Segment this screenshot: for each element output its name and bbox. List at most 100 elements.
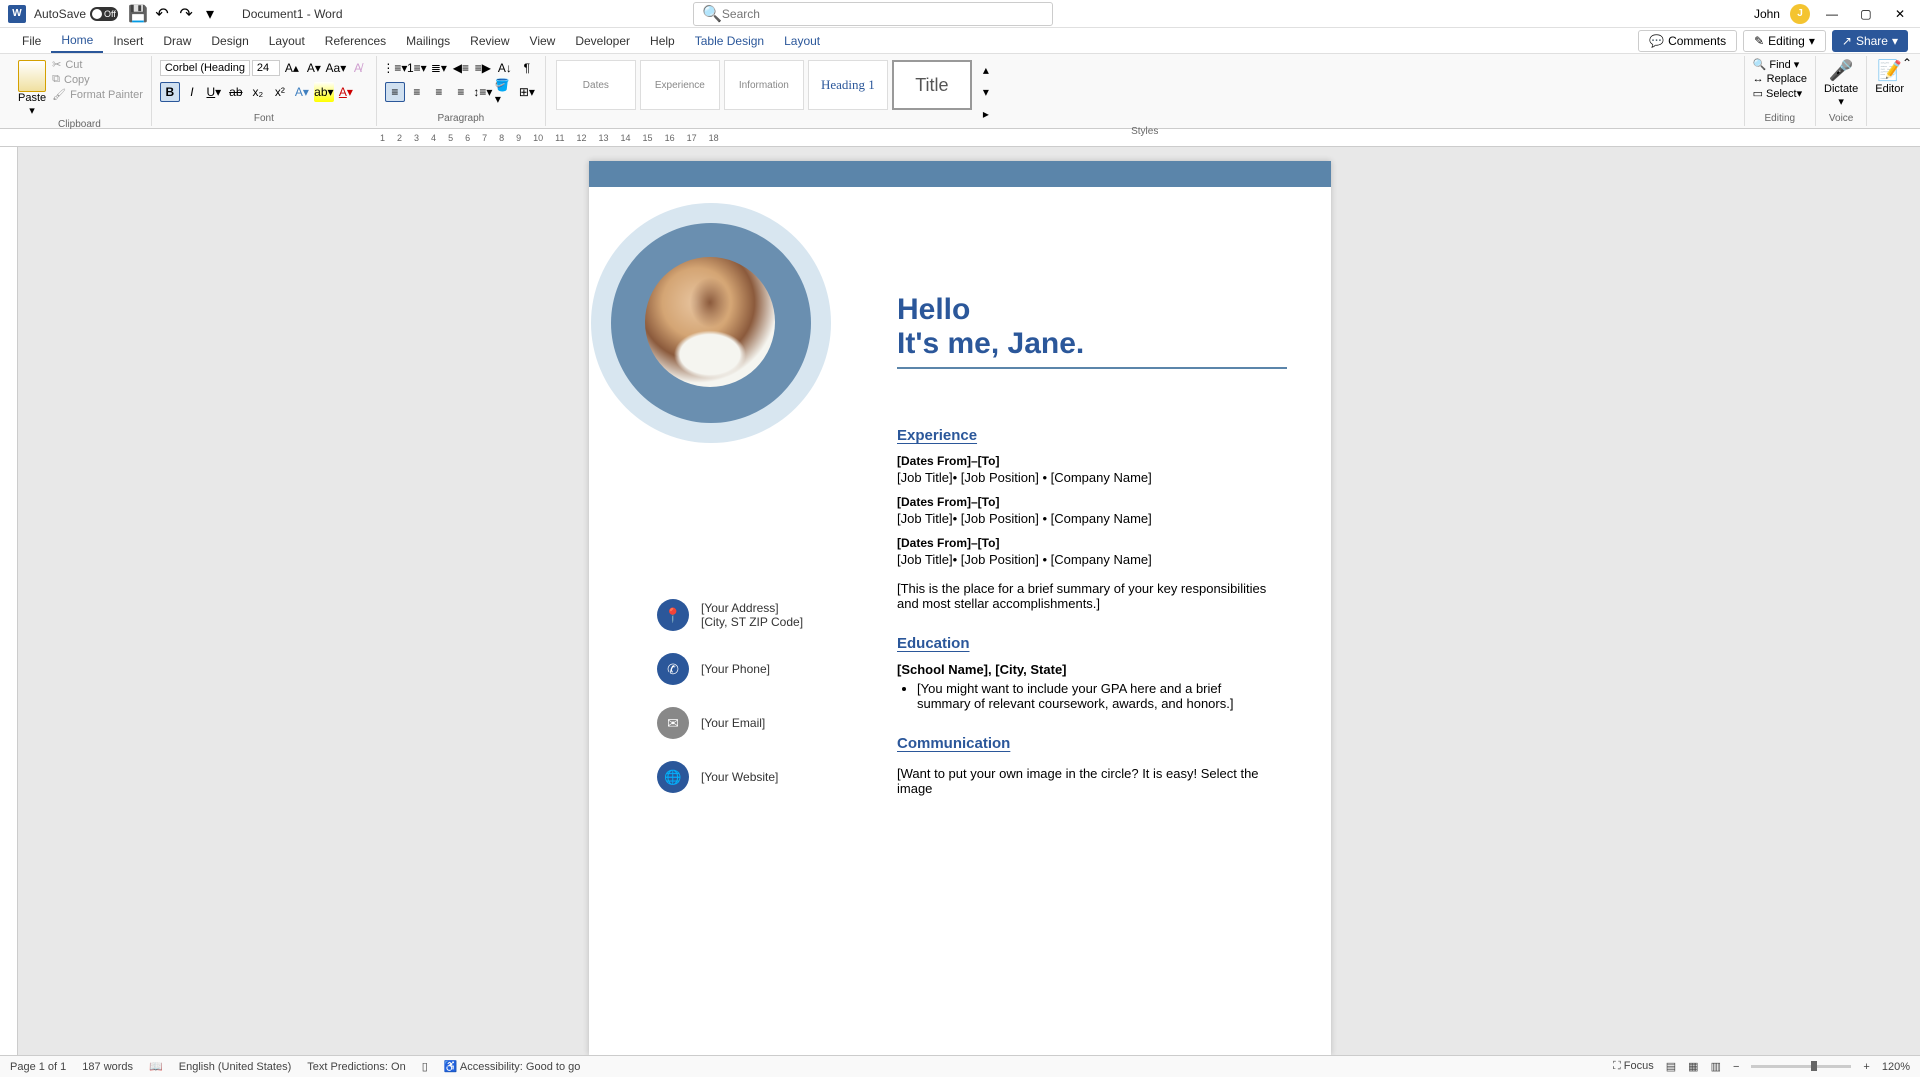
exp-line-3[interactable]: [Job Title]• [Job Position] • [Company N… <box>897 552 1301 567</box>
language-indicator[interactable]: English (United States) <box>179 1061 292 1073</box>
tab-draw[interactable]: Draw <box>153 30 201 52</box>
bullets-button[interactable]: ⋮≡▾ <box>385 58 405 78</box>
copy-button[interactable]: ⧉ Copy <box>52 73 143 86</box>
comments-button[interactable]: 💬 Comments <box>1638 30 1737 52</box>
macro-icon[interactable]: ▯ <box>422 1060 428 1073</box>
exp-line-2[interactable]: [Job Title]• [Job Position] • [Company N… <box>897 511 1301 526</box>
shading-button[interactable]: 🪣▾ <box>495 82 515 102</box>
share-button[interactable]: ↗ Share ▾ <box>1832 30 1908 52</box>
tab-design[interactable]: Design <box>201 30 258 52</box>
align-left-button[interactable]: ≡ <box>385 82 405 102</box>
vertical-ruler[interactable] <box>0 147 18 1055</box>
shrink-font-button[interactable]: A▾ <box>304 58 324 78</box>
grow-font-button[interactable]: A▴ <box>282 58 302 78</box>
tab-review[interactable]: Review <box>460 30 519 52</box>
tab-developer[interactable]: Developer <box>565 30 640 52</box>
change-case-button[interactable]: Aa▾ <box>326 58 346 78</box>
tab-file[interactable]: File <box>12 30 51 52</box>
contact-address[interactable]: 📍 [Your Address] [City, ST ZIP Code] <box>657 599 803 631</box>
justify-button[interactable]: ≡ <box>451 82 471 102</box>
education-bullet[interactable]: [You might want to include your GPA here… <box>917 681 1277 711</box>
spell-check-icon[interactable]: 📖 <box>149 1060 163 1073</box>
user-avatar[interactable]: J <box>1790 4 1810 24</box>
decrease-indent-button[interactable]: ◀≡ <box>451 58 471 78</box>
experience-summary[interactable]: [This is the place for a brief summary o… <box>897 581 1277 611</box>
find-button[interactable]: 🔍 Find ▾ <box>1753 58 1807 71</box>
styles-more-button[interactable]: ▸ <box>976 104 996 124</box>
profile-photo[interactable] <box>645 257 775 387</box>
borders-button[interactable]: ⊞▾ <box>517 82 537 102</box>
paste-button[interactable]: Paste ▾ <box>16 58 48 119</box>
hello-line1[interactable]: Hello <box>897 293 1301 327</box>
communication-text[interactable]: [Want to put your own image in the circl… <box>897 766 1277 796</box>
experience-heading[interactable]: Experience <box>897 427 1301 444</box>
strikethrough-button[interactable]: ab <box>226 82 246 102</box>
communication-heading[interactable]: Communication <box>897 735 1301 752</box>
document-page[interactable]: Hello It's me, Jane. Experience [Dates F… <box>589 161 1331 1055</box>
tab-references[interactable]: References <box>315 30 396 52</box>
clear-format-button[interactable]: A̸ <box>348 58 368 78</box>
collapse-ribbon-button[interactable]: ⌃ <box>1902 56 1912 70</box>
subscript-button[interactable]: x₂ <box>248 82 268 102</box>
word-count[interactable]: 187 words <box>82 1061 133 1073</box>
line-spacing-button[interactable]: ↕≡▾ <box>473 82 493 102</box>
cut-button[interactable]: ✂ Cut <box>52 58 143 71</box>
search-input[interactable] <box>722 7 1044 21</box>
document-area[interactable]: Hello It's me, Jane. Experience [Dates F… <box>0 147 1920 1055</box>
customize-qat[interactable]: ▾ <box>201 5 219 23</box>
tab-layout2[interactable]: Layout <box>774 30 830 52</box>
numbering-button[interactable]: 1≡▾ <box>407 58 427 78</box>
bold-button[interactable]: B <box>160 82 180 102</box>
highlight-button[interactable]: ab▾ <box>314 82 334 102</box>
school-line[interactable]: [School Name], [City, State] <box>897 662 1301 677</box>
editor-button[interactable]: 📝 Editor <box>1875 58 1904 95</box>
exp-dates-2[interactable]: [Dates From]–[To] <box>897 495 1301 509</box>
hello-line2[interactable]: It's me, Jane. <box>897 327 1301 361</box>
zoom-out-button[interactable]: − <box>1733 1061 1739 1073</box>
replace-button[interactable]: ↔ Replace <box>1753 73 1807 85</box>
tab-table-design[interactable]: Table Design <box>685 30 774 52</box>
text-predictions[interactable]: Text Predictions: On <box>307 1061 405 1073</box>
tab-mailings[interactable]: Mailings <box>396 30 460 52</box>
exp-dates-1[interactable]: [Dates From]–[To] <box>897 454 1301 468</box>
contact-phone[interactable]: ✆ [Your Phone] <box>657 653 803 685</box>
zoom-in-button[interactable]: + <box>1863 1061 1869 1073</box>
align-right-button[interactable]: ≡ <box>429 82 449 102</box>
save-button[interactable]: 💾 <box>129 5 147 23</box>
search-bar[interactable]: 🔍 <box>693 2 1053 26</box>
style-experience[interactable]: Experience <box>640 60 720 110</box>
redo-button[interactable]: ↷ <box>177 5 195 23</box>
web-layout-button[interactable]: ▥ <box>1711 1060 1721 1073</box>
autosave-toggle[interactable]: Off <box>90 7 118 21</box>
tab-help[interactable]: Help <box>640 30 685 52</box>
font-color-button[interactable]: A▾ <box>336 82 356 102</box>
close-button[interactable]: ✕ <box>1888 2 1912 26</box>
font-name-select[interactable] <box>160 60 250 76</box>
read-mode-button[interactable]: ▤ <box>1666 1060 1676 1073</box>
format-painter-button[interactable]: 🖌 Format Painter <box>52 88 143 101</box>
multilevel-button[interactable]: ≣▾ <box>429 58 449 78</box>
minimize-button[interactable]: — <box>1820 2 1844 26</box>
select-button[interactable]: ▭ Select▾ <box>1753 87 1807 100</box>
superscript-button[interactable]: x² <box>270 82 290 102</box>
undo-button[interactable]: ↶ <box>153 5 171 23</box>
zoom-slider[interactable] <box>1751 1065 1851 1068</box>
underline-button[interactable]: U▾ <box>204 82 224 102</box>
tab-insert[interactable]: Insert <box>103 30 153 52</box>
increase-indent-button[interactable]: ≡▶ <box>473 58 493 78</box>
education-heading[interactable]: Education <box>897 635 1301 652</box>
style-title[interactable]: Title <box>892 60 972 110</box>
font-size-select[interactable] <box>252 60 280 76</box>
align-center-button[interactable]: ≡ <box>407 82 427 102</box>
text-effects-button[interactable]: A▾ <box>292 82 312 102</box>
tab-layout[interactable]: Layout <box>259 30 315 52</box>
editing-mode-button[interactable]: ✎ Editing ▾ <box>1743 30 1826 52</box>
zoom-level[interactable]: 120% <box>1882 1061 1910 1073</box>
styles-up-button[interactable]: ▴ <box>976 60 996 80</box>
sort-button[interactable]: A↓ <box>495 58 515 78</box>
dictate-button[interactable]: 🎤 Dictate ▾ <box>1824 58 1858 108</box>
exp-dates-3[interactable]: [Dates From]–[To] <box>897 536 1301 550</box>
contact-email[interactable]: ✉ [Your Email] <box>657 707 803 739</box>
page-indicator[interactable]: Page 1 of 1 <box>10 1061 66 1073</box>
accessibility-status[interactable]: ♿ Accessibility: Good to go <box>444 1060 581 1073</box>
